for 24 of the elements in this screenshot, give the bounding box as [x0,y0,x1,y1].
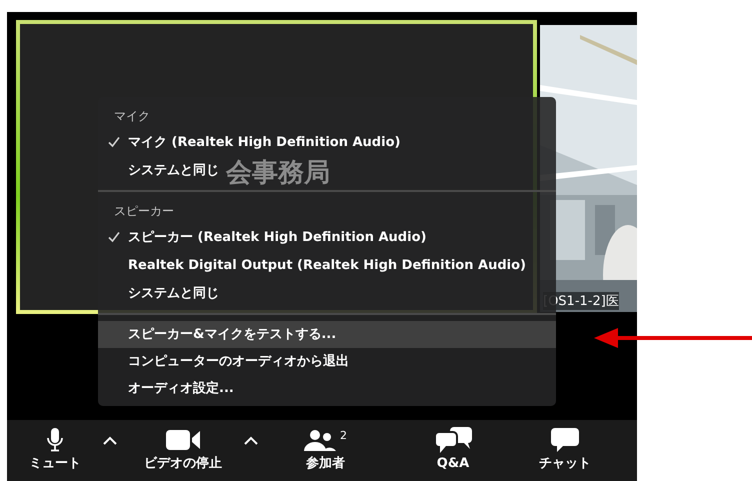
speech-bubbles-icon [434,427,472,453]
video-camera-icon [166,430,200,450]
caret-icon[interactable] [244,436,258,444]
menu-item[interactable]: スピーカー&マイクをテストする... [98,321,556,348]
participant-name: 会事務局 [226,158,330,188]
chat-button[interactable]: チャット [535,420,595,472]
participants-button[interactable]: 2 参加者 [300,420,351,472]
menu-header: スピーカー [113,203,175,220]
menu-item[interactable]: Realtek Digital Output (Realtek High Definition Audio) [98,251,532,279]
people-icon [304,429,336,451]
mute-button[interactable]: ミュート [25,420,85,472]
menu-item[interactable]: マイク (Realtek High Definition Audio) [98,128,406,156]
menu-item[interactable]: スピーカー (Realtek High Definition Audio) [98,223,432,251]
caret-icon[interactable] [103,436,117,444]
menu-item[interactable]: オーディオ設定... [98,375,556,402]
menu-item[interactable]: システムと同じ [98,156,225,184]
chat-bubble-icon [551,428,579,452]
menu-item[interactable]: システムと同じ [98,279,225,307]
participant-count: 2 [340,429,347,442]
microphone-icon [46,428,64,452]
menu-header: マイク [113,108,151,125]
stop-video-button[interactable]: ビデオの停止 [140,420,226,472]
qa-button[interactable]: Q&A [430,420,476,472]
menu-item[interactable]: コンピューターのオーディオから退出 [98,348,556,375]
